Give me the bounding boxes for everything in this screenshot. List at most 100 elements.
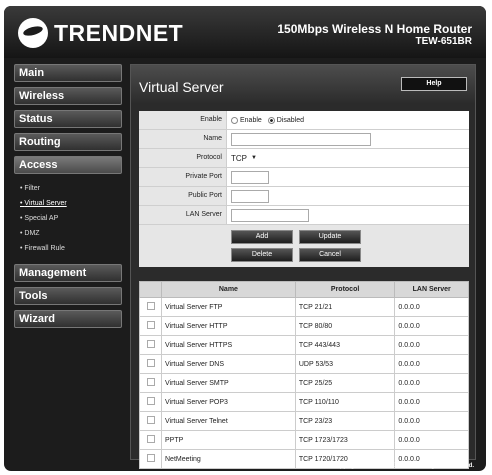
table-cell-select (139, 335, 162, 355)
button-area: Add Update Delete Cancel (139, 225, 469, 267)
table-body: Virtual Server FTP TCP 21/21 0.0.0.0 Virtua… (139, 297, 469, 469)
table-cell-lan-server: 0.0.0.0 (394, 373, 469, 393)
table-cell-name: Virtual Server SMTP (161, 373, 296, 393)
virtual-server-table: Name Protocol LAN Server Virtual Server … (139, 281, 469, 469)
table-row[interactable]: Virtual Server Telnet TCP 23/23 0.0.0.0 (139, 411, 469, 431)
header: TRENDNET 150Mbps Wireless N Home Router … (4, 6, 486, 58)
row-checkbox[interactable] (146, 302, 155, 310)
disabled-radio[interactable] (267, 116, 275, 124)
table-cell-protocol: TCP 80/80 (294, 316, 396, 336)
table-cell-lan-server: 0.0.0.0 (394, 392, 469, 412)
submenu-item-filter[interactable]: • Filter (20, 181, 122, 196)
row-checkbox[interactable] (146, 340, 155, 348)
table-row[interactable]: Virtual Server SMTP TCP 25/25 0.0.0.0 (139, 373, 469, 393)
name-input[interactable] (231, 132, 371, 146)
public-port-input[interactable] (231, 189, 269, 203)
page-title: Virtual Server (139, 79, 224, 95)
virtual-server-form: Enable Enable Disabled Name Protocol TCP… (139, 111, 469, 267)
submenu-item-virtual-server[interactable]: • Virtual Server (20, 196, 122, 211)
sidebar-item-management[interactable]: Management (14, 264, 122, 282)
sidebar-item-wireless[interactable]: Wireless (14, 87, 122, 105)
name-row: Name (139, 130, 469, 149)
sidebar-item-routing[interactable]: Routing (14, 133, 122, 151)
submenu-item-label: Filter (24, 185, 40, 192)
submenu-item-label: Firewall Rule (24, 245, 65, 252)
table-row[interactable]: Virtual Server DNS UDP 53/53 0.0.0.0 (139, 354, 469, 374)
table-cell-name: Virtual Server Telnet (161, 411, 296, 431)
table-cell-lan-server: 0.0.0.0 (394, 430, 469, 450)
logo: TRENDNET (18, 18, 183, 48)
public-port-row: Public Port (139, 187, 469, 206)
table-cell-name: Virtual Server DNS (161, 354, 296, 374)
sidebar-item-main[interactable]: Main (14, 64, 122, 82)
row-checkbox[interactable] (146, 454, 155, 462)
product-model: TEW-651BR (415, 36, 472, 47)
row-checkbox[interactable] (146, 397, 155, 405)
name-label: Name (139, 130, 227, 148)
logo-text: TRENDNET (54, 19, 184, 46)
title-bar: Virtual Server Help (131, 65, 475, 103)
table-row[interactable]: Virtual Server HTTP TCP 80/80 0.0.0.0 (139, 316, 469, 336)
delete-button[interactable]: Delete (231, 248, 293, 262)
enable-radio[interactable] (231, 116, 238, 124)
table-cell-protocol: TCP 21/21 (294, 297, 396, 317)
help-button[interactable]: Help (401, 77, 467, 91)
row-checkbox[interactable] (146, 435, 155, 443)
table-cell-name: Virtual Server HTTPS (161, 335, 296, 355)
table-cell-name: Virtual Server HTTP (161, 316, 296, 336)
table-header-row: Name Protocol LAN Server (139, 281, 469, 298)
sidebar: Main Wireless Status Routing Access • Fi… (14, 64, 122, 333)
submenu-item-label: Virtual Server (24, 200, 67, 207)
table-cell-name: Virtual Server POP3 (161, 392, 296, 412)
table-cell-protocol: TCP 110/110 (294, 392, 396, 412)
update-button[interactable]: Update (299, 230, 361, 244)
row-checkbox[interactable] (146, 321, 155, 329)
sidebar-item-tools[interactable]: Tools (14, 287, 122, 305)
table-cell-lan-server: 0.0.0.0 (394, 316, 469, 336)
table-header-name: Name (161, 281, 296, 298)
table-cell-protocol: UDP 53/53 (294, 354, 396, 374)
table-cell-name: NetMeeting (161, 449, 296, 469)
trendnet-logo-icon (18, 18, 48, 48)
row-checkbox[interactable] (146, 378, 155, 386)
disabled-option-label: Disabled (276, 116, 305, 124)
private-port-label: Private Port (139, 168, 227, 186)
table-row[interactable]: PPTP TCP 1723/1723 0.0.0.0 (139, 430, 469, 450)
main-panel: Virtual Server Help Enable Enable Disabl… (130, 64, 476, 469)
table-cell-lan-server: 0.0.0.0 (394, 297, 469, 317)
table-cell-select (139, 354, 162, 374)
lan-server-row: LAN Server (139, 206, 469, 225)
table-header-select (139, 281, 162, 298)
table-row[interactable]: Virtual Server FTP TCP 21/21 0.0.0.0 (139, 297, 469, 317)
submenu-item-dmz[interactable]: • DMZ (20, 226, 122, 241)
row-checkbox[interactable] (146, 359, 155, 367)
submenu-item-special-ap[interactable]: • Special AP (20, 211, 122, 226)
sidebar-item-wizard[interactable]: Wizard (14, 310, 122, 328)
table-cell-lan-server: 0.0.0.0 (394, 354, 469, 374)
add-button[interactable]: Add (231, 230, 293, 244)
public-port-label: Public Port (139, 187, 227, 205)
lan-server-input[interactable] (231, 208, 309, 222)
enable-option-label: Enable (240, 116, 262, 124)
protocol-value: TCP (231, 153, 247, 163)
protocol-select[interactable]: TCP ▼ (231, 154, 257, 163)
cancel-button[interactable]: Cancel (299, 248, 361, 262)
table-cell-name: PPTP (161, 430, 296, 450)
row-checkbox[interactable] (146, 416, 155, 424)
table-row[interactable]: Virtual Server POP3 TCP 110/110 0.0.0.0 (139, 392, 469, 412)
table-cell-protocol: TCP 23/23 (294, 411, 396, 431)
private-port-input[interactable] (231, 170, 269, 184)
submenu-item-label: DMZ (24, 230, 40, 237)
table-cell-protocol: TCP 25/25 (294, 373, 396, 393)
chevron-down-icon: ▼ (251, 155, 257, 161)
sidebar-item-status[interactable]: Status (14, 110, 122, 128)
sidebar-item-access[interactable]: Access (14, 156, 122, 174)
table-cell-select (139, 430, 162, 450)
table-row[interactable]: Virtual Server HTTPS TCP 443/443 0.0.0.0 (139, 335, 469, 355)
table-cell-select (139, 392, 162, 412)
table-cell-select (139, 373, 162, 393)
table-header-protocol: Protocol (294, 281, 396, 298)
copyright: Copyright © 2008 TRENDnet. All Rights Re… (331, 463, 474, 469)
submenu-item-firewall-rule[interactable]: • Firewall Rule (20, 241, 122, 256)
lan-server-label: LAN Server (139, 206, 227, 224)
